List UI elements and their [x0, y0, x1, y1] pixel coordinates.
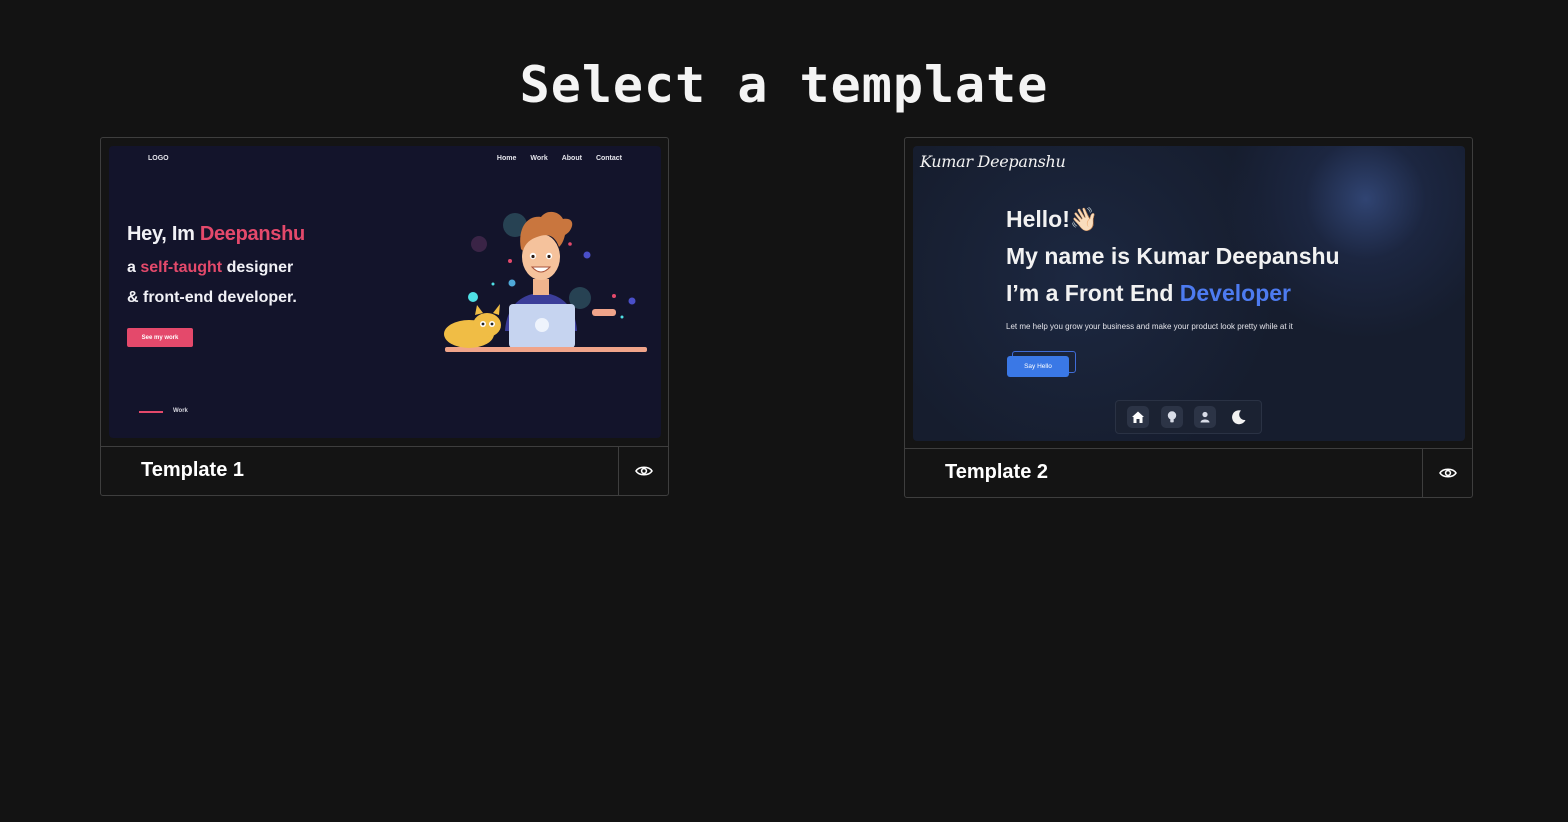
preview-cta-button: See my work — [127, 328, 193, 347]
template-1-preview[interactable]: LOGO Home Work About Contact Hey, Im Dee… — [109, 146, 661, 438]
user-icon — [1200, 411, 1210, 423]
preview-button[interactable] — [618, 447, 668, 495]
preview-logo: LOGO — [148, 155, 169, 162]
template-card-1[interactable]: LOGO Home Work About Contact Hey, Im Dee… — [100, 137, 669, 496]
dock-item-idea — [1160, 406, 1183, 428]
preview-lead-text: Let me help you grow your business and m… — [1006, 322, 1293, 331]
preview-nav-work: Work — [530, 155, 548, 162]
moon-icon — [1231, 410, 1246, 425]
preview-nav-contact: Contact — [595, 155, 622, 162]
template-name: Template 1 — [141, 459, 244, 481]
eye-icon — [634, 466, 653, 476]
eye-icon — [1438, 468, 1457, 478]
preview-nav-about: About — [561, 155, 582, 162]
preview-cta-button: Say Hello — [1007, 356, 1069, 377]
template-card-2[interactable]: Kumar Deepanshu Hello!👋🏻 My name is Kuma… — [904, 137, 1473, 498]
template-2-preview[interactable]: Kumar Deepanshu Hello!👋🏻 My name is Kuma… — [913, 146, 1465, 441]
preview-nav: Home Work About Contact — [497, 155, 622, 162]
preview-button[interactable] — [1422, 449, 1472, 497]
developer-illustration — [444, 211, 647, 352]
home-icon — [1132, 411, 1145, 423]
preview-role-line: I’m a Front End Developer — [1006, 280, 1291, 306]
dock-item-home — [1127, 406, 1150, 428]
preview-greeting: Hello!👋🏻 — [1006, 206, 1099, 232]
preview-scroll-label: Work — [173, 408, 188, 414]
dock-item-profile — [1194, 406, 1217, 428]
preview-name-line: My name is Kumar Deepanshu — [1006, 243, 1340, 269]
page-title: Select a template — [519, 55, 1049, 114]
template-card-footer: Template 2 — [905, 448, 1472, 497]
template-name: Template 2 — [945, 461, 1048, 483]
dock-item-theme — [1228, 406, 1250, 428]
preview-scroll-line — [139, 411, 163, 413]
lightbulb-icon — [1167, 411, 1176, 423]
preview-headline: Hey, Im Deepanshu — [127, 223, 305, 245]
preview-dock — [1115, 400, 1262, 434]
preview-nav-home: Home — [496, 155, 517, 162]
preview-brand: Kumar Deepanshu — [920, 152, 1066, 171]
wave-emoji: 👋🏻 — [1069, 206, 1099, 232]
template-card-footer: Template 1 — [101, 446, 668, 495]
preview-subline-2: & front-end developer. — [127, 289, 297, 306]
preview-subline: a self-taught designer — [127, 259, 294, 276]
